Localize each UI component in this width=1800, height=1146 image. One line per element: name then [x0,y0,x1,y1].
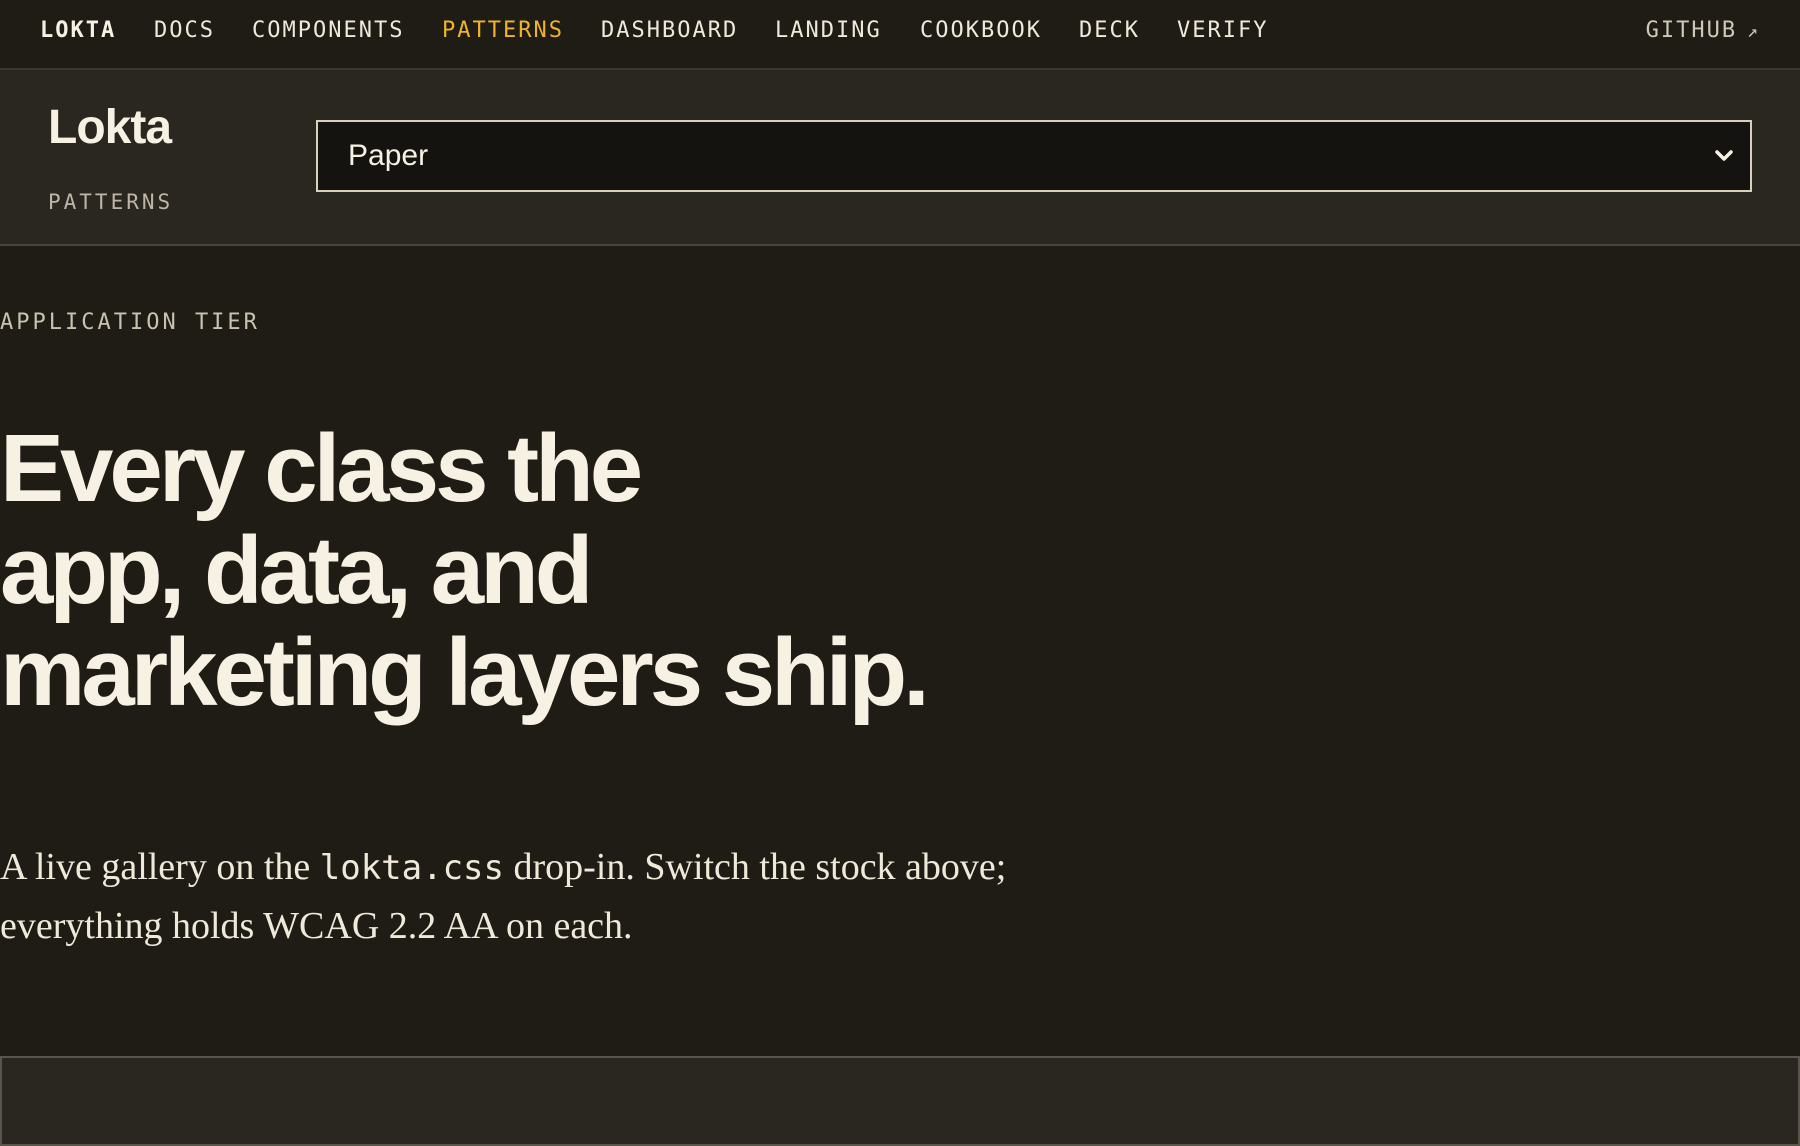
site-logo[interactable]: Lokta [48,100,172,155]
hero-title-line: app, data, and [0,517,593,624]
nav-item-deck[interactable]: DECK [1079,18,1140,43]
nav-item-cookbook[interactable]: COOKBOOK [920,18,1042,43]
hero-title: Every class the app, data, and marketing… [0,418,1100,724]
brand-link[interactable]: LOKTA [40,18,116,43]
section-header: Lokta PATTERNS Paper [0,70,1800,246]
gallery-panel [0,1056,1800,1146]
nav-item-landing[interactable]: LANDING [775,18,882,43]
section-label: PATTERNS [48,190,174,214]
nav-item-verify[interactable]: VERIFY [1177,18,1268,43]
lede-code: lokta.css [319,848,504,888]
nav-item-docs[interactable]: DOCS [154,18,215,43]
theme-select-value: Paper [348,139,429,172]
theme-select[interactable]: Paper [316,120,1752,192]
github-label: GITHUB [1645,18,1738,43]
hero-title-line: marketing layers ship. [0,619,930,726]
top-navigation: LOKTA DOCS COMPONENTS PATTERNS DASHBOARD… [0,0,1800,70]
hero-lede: A live gallery on the lokta.css drop-in.… [0,838,1020,955]
nav-item-dashboard[interactable]: DASHBOARD [601,18,738,43]
lede-text: A live gallery on the [0,846,320,888]
external-link-icon: ↗ [1747,21,1760,42]
chevron-down-icon [1715,150,1733,161]
github-link[interactable]: GITHUB ↗ [1646,18,1760,43]
hero-title-line: Every class the [0,415,643,522]
eyebrow-label: APPLICATION TIER [0,310,260,335]
nav-item-components[interactable]: COMPONENTS [252,18,404,43]
nav-item-patterns[interactable]: PATTERNS [442,18,564,43]
